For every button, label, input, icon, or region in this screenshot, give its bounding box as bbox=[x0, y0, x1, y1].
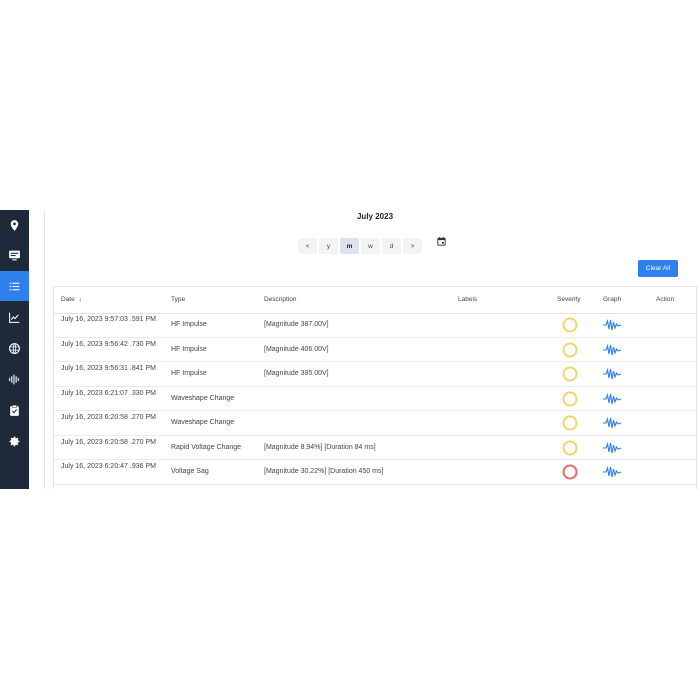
period-month-button[interactable]: m bbox=[340, 238, 359, 254]
table-header: Date ↓ Type Description Labels Severity … bbox=[54, 287, 696, 314]
severity-warning-icon bbox=[562, 415, 578, 431]
waveform-icon bbox=[9, 374, 19, 384]
month-title: July 2023 bbox=[356, 212, 394, 221]
severity-critical-icon bbox=[562, 464, 578, 480]
row-date: July 16, 2023 6:21:07 .330 PM bbox=[61, 389, 156, 397]
prev-period-button[interactable]: < bbox=[298, 238, 317, 254]
row-date: July 16, 2023 9:56:42 .730 PM bbox=[61, 340, 156, 348]
column-type-header: Type bbox=[171, 296, 186, 303]
row-type: Voltage Sag bbox=[171, 468, 209, 475]
table-row[interactable]: July 16, 2023 6:20:58 .270 PM Waveshape C… bbox=[54, 411, 696, 436]
period-day-button[interactable]: d bbox=[382, 238, 401, 254]
table-row[interactable]: July 16, 2023 6:21:07 .330 PM Waveshape C… bbox=[54, 387, 696, 411]
row-description: [Magnitude 385.00V] bbox=[264, 370, 329, 377]
row-description: [Magnitude 8.94%] [Duration 84 ms] bbox=[264, 443, 376, 451]
waveform-graph-icon[interactable] bbox=[603, 343, 621, 356]
severity-warning-icon bbox=[562, 342, 578, 357]
nav-item-events[interactable] bbox=[0, 271, 29, 301]
sidebar bbox=[0, 210, 29, 489]
row-type: Rapid Voltage Change bbox=[171, 443, 242, 451]
next-period-button[interactable]: > bbox=[403, 238, 422, 254]
globe-icon bbox=[9, 342, 20, 354]
column-labels-header: Labels bbox=[458, 296, 478, 303]
row-description: [Magnitude 406.00V] bbox=[264, 345, 329, 353]
events-table: Date ↓ Type Description Labels Severity … bbox=[53, 286, 697, 489]
severity-warning-icon bbox=[562, 366, 578, 382]
row-type: Waveshape Change bbox=[171, 394, 235, 402]
table-row[interactable]: July 16, 2023 9:57:03 .591 PM HF Impulse [… bbox=[54, 313, 696, 338]
severity-warning-icon bbox=[562, 391, 578, 406]
gear-icon bbox=[9, 436, 20, 446]
column-date-header[interactable]: Date ↓ bbox=[61, 287, 82, 313]
row-date: July 16, 2023 9:56:31 .841 PM bbox=[61, 365, 156, 372]
row-type: HF Impulse bbox=[171, 370, 207, 377]
row-type: HF Impulse bbox=[171, 321, 207, 328]
period-week-button[interactable]: w bbox=[361, 238, 380, 254]
waveform-graph-icon[interactable] bbox=[603, 392, 621, 405]
row-type: HF Impulse bbox=[171, 345, 207, 353]
period-year-button[interactable]: y bbox=[319, 238, 338, 254]
nav-item-monitor[interactable] bbox=[0, 240, 29, 270]
monitor-icon bbox=[9, 250, 20, 260]
row-date: July 16, 2023 6:20:58 .270 PM bbox=[61, 414, 156, 421]
table-row[interactable]: July 16, 2023 6:20:47 .936 PM Voltage Sag… bbox=[54, 460, 696, 485]
row-date: July 16, 2023 6:20:47 .936 PM bbox=[61, 463, 156, 470]
waveform-graph-icon[interactable] bbox=[603, 441, 621, 454]
nav-item-location[interactable] bbox=[0, 210, 29, 240]
nav-item-trends[interactable] bbox=[0, 302, 29, 332]
clipboard-check-icon bbox=[10, 404, 19, 416]
line-chart-icon bbox=[9, 312, 20, 323]
column-action-header: Action bbox=[656, 296, 675, 303]
waveform-graph-icon[interactable] bbox=[603, 319, 621, 331]
list-icon bbox=[9, 282, 20, 290]
nav-item-settings[interactable] bbox=[0, 426, 29, 456]
nav-item-network[interactable] bbox=[0, 333, 29, 363]
sort-down-icon: ↓ bbox=[78, 296, 82, 303]
location-pin-icon bbox=[10, 219, 19, 231]
table-row[interactable]: July 16, 2023 9:56:42 .730 PM HF Impulse [… bbox=[54, 338, 696, 362]
period-selector: < y m w d > bbox=[298, 238, 422, 254]
row-description: [Magnitude 30.22%] [Duration 450 ms] bbox=[264, 468, 384, 475]
row-date: July 16, 2023 6:20:58 .270 PM bbox=[61, 438, 156, 446]
nav-item-reports[interactable] bbox=[0, 395, 29, 425]
column-severity-header: Severity bbox=[557, 296, 581, 303]
waveform-graph-icon[interactable] bbox=[603, 466, 621, 478]
severity-warning-icon bbox=[562, 317, 578, 333]
clear-all-button[interactable]: Clear All bbox=[638, 260, 678, 277]
table-row[interactable]: July 16, 2023 6:20:58 .270 PM Rapid Volta… bbox=[54, 436, 696, 460]
nav-item-waveforms[interactable] bbox=[0, 364, 29, 394]
column-date-label: Date bbox=[61, 296, 75, 303]
row-type: Waveshape Change bbox=[171, 419, 235, 426]
column-graph-header: Graph bbox=[603, 296, 622, 303]
table-row[interactable]: July 16, 2023 9:56:31 .841 PM HF Impulse [… bbox=[54, 362, 696, 387]
row-description: [Magnitude 387.00V] bbox=[264, 321, 329, 328]
row-date: July 16, 2023 9:57:03 .591 PM bbox=[61, 316, 156, 323]
severity-warning-icon bbox=[562, 440, 578, 455]
column-description-header: Description bbox=[264, 296, 297, 303]
calendar-icon[interactable] bbox=[436, 236, 447, 247]
waveform-graph-icon[interactable] bbox=[603, 417, 621, 429]
waveform-graph-icon[interactable] bbox=[603, 368, 621, 380]
content-divider bbox=[44, 210, 45, 489]
